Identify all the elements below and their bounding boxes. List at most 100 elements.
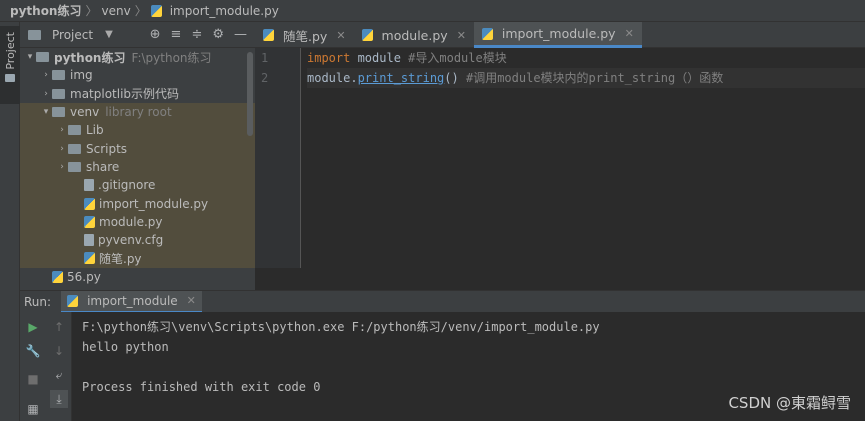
line-gutter: 1 2: [255, 48, 301, 268]
tree-item-label: img: [70, 68, 93, 83]
folder-icon: [52, 70, 65, 81]
expand-all-icon[interactable]: ≡: [171, 27, 182, 42]
wrench-icon[interactable]: 🔧: [26, 344, 41, 358]
editor-tab-label: module.py: [381, 27, 448, 43]
code-text: module: [350, 51, 409, 65]
editor-tab[interactable]: import_module.py ✕: [473, 22, 642, 48]
keyword-import: import: [307, 51, 351, 65]
code-text: (): [444, 71, 466, 85]
watermark: CSDN @東霜鲟雪: [728, 394, 851, 412]
up-arrow-icon[interactable]: ↑: [52, 320, 66, 334]
tree-item[interactable]: module.py: [20, 212, 255, 231]
project-panel-title[interactable]: Project: [52, 28, 93, 42]
folder-icon: [52, 88, 65, 99]
tree-item[interactable]: › Lib: [20, 121, 255, 140]
breadcrumb-folder[interactable]: venv: [102, 4, 131, 18]
down-arrow-icon[interactable]: ↓: [52, 344, 66, 358]
chevron-down-icon[interactable]: ▾: [40, 107, 52, 117]
tree-item[interactable]: › matplotlib示例代码: [20, 85, 255, 103]
console-line: hello python: [82, 340, 169, 354]
project-panel-header: Project ▼ ⊕ ≡ ≑ ⚙ —: [20, 22, 255, 48]
folder-icon: [68, 143, 81, 154]
tree-item-label: venv: [70, 105, 100, 120]
run-tab[interactable]: import_module ✕: [61, 290, 202, 313]
tree-item[interactable]: ▾ venv library root: [20, 102, 255, 122]
tree-item[interactable]: › Scripts: [20, 139, 255, 158]
tree-item[interactable]: ▾ python练习 F:\python练习: [20, 48, 255, 66]
stop-icon[interactable]: ■: [26, 372, 40, 386]
code-comment: #导入module模块: [408, 51, 507, 65]
tree-item[interactable]: .gitignore: [20, 176, 255, 195]
editor-tab[interactable]: module.py ✕: [354, 22, 474, 48]
tree-item[interactable]: › share: [20, 157, 255, 177]
close-icon[interactable]: ✕: [457, 29, 466, 42]
editor-tab-label: import_module.py: [501, 26, 616, 41]
tree-item-label: pyvenv.cfg: [98, 233, 164, 248]
rerun-icon[interactable]: ▶: [26, 320, 40, 334]
tree-item[interactable]: pyvenv.cfg: [20, 230, 255, 250]
tree-item-label: matplotlib示例代码: [70, 87, 180, 102]
function-call[interactable]: print_string: [358, 71, 445, 85]
tree-item-label: Scripts: [86, 141, 128, 156]
close-icon[interactable]: ✕: [187, 294, 196, 307]
collapse-all-icon[interactable]: ≑: [191, 27, 202, 42]
run-panel-header: Run: import_module ✕: [20, 290, 865, 313]
chevron-right-icon: 〉: [134, 4, 147, 18]
chevron-right-icon[interactable]: ›: [40, 89, 52, 99]
text-file-icon: [84, 179, 94, 192]
code-line[interactable]: import module #导入module模块: [307, 48, 865, 68]
scroll-to-end-icon[interactable]: ⤓: [50, 390, 68, 408]
soft-wrap-icon[interactable]: ⤶: [52, 368, 66, 382]
tree-item[interactable]: 随笔.py: [20, 249, 255, 268]
breadcrumb-file[interactable]: import_module.py: [150, 3, 279, 18]
layout-icon[interactable]: ▦: [26, 402, 40, 416]
chevron-right-icon[interactable]: ›: [56, 125, 68, 135]
folder-icon: [5, 73, 15, 82]
tree-item-label: module.py: [99, 214, 163, 229]
tree-item-label: Lib: [86, 123, 104, 138]
scrollbar[interactable]: [247, 52, 253, 136]
code-area[interactable]: import module #导入module模块 module.print_s…: [307, 48, 865, 88]
tree-item-hint: library root: [105, 105, 172, 120]
project-panel: Project ▼ ⊕ ≡ ≑ ⚙ — ▾ python练习 F:\python练习…: [20, 22, 255, 290]
python-file-icon: [150, 4, 162, 17]
chevron-right-icon[interactable]: ›: [56, 162, 68, 172]
chevron-right-icon[interactable]: ›: [40, 70, 52, 80]
tree-item-label: 随笔.py: [99, 251, 142, 266]
tree-item-label: import_module.py: [99, 196, 209, 211]
chevron-right-icon[interactable]: ›: [56, 144, 68, 154]
python-file-icon: [52, 270, 63, 283]
locate-icon[interactable]: ⊕: [150, 27, 161, 42]
python-file-icon: [84, 197, 95, 210]
line-number: 1: [261, 51, 269, 65]
tree-item[interactable]: 56.py: [20, 268, 255, 286]
chevron-right-icon: 〉: [85, 4, 98, 18]
line-number: 2: [261, 71, 269, 85]
breadcrumb-file-label: import_module.py: [169, 3, 279, 18]
gear-icon[interactable]: ⚙: [212, 27, 224, 42]
chevron-down-icon[interactable]: ▾: [24, 52, 36, 62]
tree-item-label: share: [86, 159, 120, 174]
code-editor[interactable]: 1 2 import module #导入module模块 module.pri…: [255, 48, 865, 290]
python-file-icon: [361, 29, 373, 41]
chevron-down-icon[interactable]: ▼: [105, 29, 113, 40]
tree-item-label: python练习: [54, 50, 126, 65]
python-file-icon: [67, 294, 79, 307]
tree-item-hint: F:\python练习: [131, 50, 212, 65]
close-icon[interactable]: ✕: [336, 29, 345, 42]
run-label: Run:: [24, 294, 52, 309]
close-icon[interactable]: ✕: [625, 27, 634, 40]
folder-icon: [28, 29, 41, 40]
folder-icon: [68, 125, 81, 136]
editor-tab[interactable]: 随笔.py ✕: [255, 22, 354, 48]
tree-item[interactable]: import_module.py: [20, 194, 255, 213]
python-file-icon: [263, 29, 274, 41]
minimize-icon[interactable]: —: [234, 27, 247, 42]
project-tool-tab[interactable]: Project: [0, 26, 20, 104]
breadcrumb: python练习 〉 venv 〉 import_module.py: [0, 0, 865, 22]
code-line-current[interactable]: module.print_string() #调用module模块内的print…: [307, 68, 865, 88]
tree-item[interactable]: › img: [20, 66, 255, 84]
tree-item-label: .gitignore: [98, 178, 156, 193]
breadcrumb-root[interactable]: python练习: [10, 2, 81, 19]
